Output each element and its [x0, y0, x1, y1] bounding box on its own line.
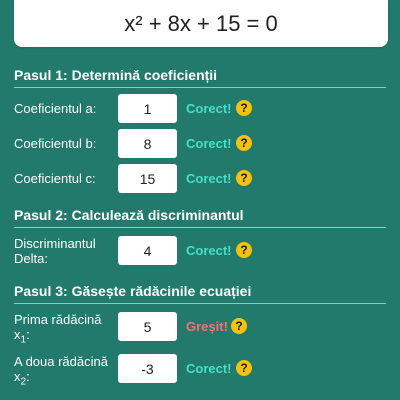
coefficient-a-input[interactable]	[118, 94, 177, 123]
root-1-status: Greșit!	[186, 319, 228, 334]
row-coefficient-b: Coeficientul b: Corect! ?	[14, 129, 386, 159]
equation-text: x² + 8x + 15 = 0	[124, 10, 278, 36]
discriminant-status: Corect!	[186, 243, 232, 258]
step-2-title: Pasul 2: Calculează discriminantul	[14, 207, 386, 228]
help-icon[interactable]: ?	[236, 170, 252, 186]
root-2-colon: :	[26, 369, 30, 384]
root-1-label-text: Prima rădăcină	[14, 312, 102, 327]
coefficient-a-label: Coeficientul a:	[14, 101, 97, 116]
discriminant-input[interactable]	[118, 236, 177, 265]
row-coefficient-c: Coeficientul c: Corect! ?	[14, 164, 386, 194]
help-icon[interactable]: ?	[231, 318, 247, 334]
step-3-title: Pasul 3: Găsește rădăcinile ecuației	[14, 283, 386, 304]
discriminant-label: Discriminantul Delta:	[14, 236, 96, 266]
row-root-2: A doua rădăcinăx2: Corect! ?	[14, 354, 386, 388]
root-1-input[interactable]	[118, 312, 177, 341]
coefficient-a-status: Corect!	[186, 101, 232, 116]
row-discriminant: Discriminantul Delta: Corect! ?	[14, 236, 386, 266]
root-1-colon: :	[26, 327, 30, 342]
coefficient-c-input[interactable]	[118, 164, 177, 193]
help-icon[interactable]: ?	[236, 100, 252, 116]
root-1-label: Prima rădăcină x1:	[14, 312, 114, 348]
help-icon[interactable]: ?	[236, 360, 252, 376]
coefficient-c-status: Corect!	[186, 171, 232, 186]
coefficient-c-label: Coeficientul c:	[14, 171, 96, 186]
coefficient-b-input[interactable]	[118, 129, 177, 158]
coefficient-b-label: Coeficientul b:	[14, 136, 97, 151]
help-icon[interactable]: ?	[236, 242, 252, 258]
equation-display: x² + 8x + 15 = 0	[14, 0, 388, 47]
coefficient-b-status: Corect!	[186, 136, 232, 151]
root-2-status: Corect!	[186, 361, 232, 376]
help-icon[interactable]: ?	[236, 135, 252, 151]
root-2-input[interactable]	[118, 354, 177, 383]
root-2-label-text: A doua rădăcină	[14, 354, 108, 369]
row-coefficient-a: Coeficientul a: Corect! ?	[14, 94, 386, 124]
row-root-1: Prima rădăcinăx1: Greșit! ?	[14, 312, 386, 346]
step-1-title: Pasul 1: Determină coeficienții	[14, 67, 386, 88]
root-2-label: A doua rădăcină x2:	[14, 354, 114, 390]
